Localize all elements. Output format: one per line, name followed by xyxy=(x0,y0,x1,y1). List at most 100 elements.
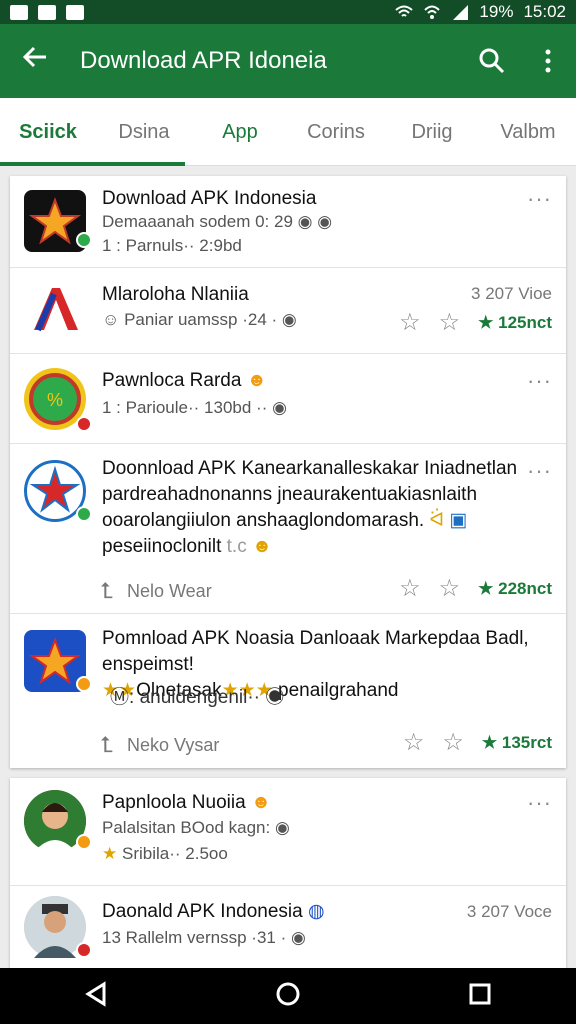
nav-back-button[interactable] xyxy=(84,980,108,1012)
item-title-text: Papnloola Nuoiia xyxy=(102,792,246,813)
signal-icon xyxy=(453,5,469,20)
more-vert-icon xyxy=(545,49,551,73)
item-views: 3 207 Vioe xyxy=(471,284,552,303)
item-subtitle: Palalsitan BOod kagn: ◉ xyxy=(102,818,290,838)
star-outline-icon[interactable]: ☆ xyxy=(399,308,421,337)
share-label: Nelo Wear xyxy=(126,580,212,601)
notification-badge xyxy=(76,942,92,958)
image-notification-icon xyxy=(10,4,28,20)
smiley-emoji-icon: ☻ xyxy=(250,792,271,813)
tab-indicator xyxy=(0,162,185,166)
flag-icon: ▣ xyxy=(449,510,468,531)
post-text-tail: peseiinoclonilt xyxy=(102,536,222,557)
rating-value: 135rct xyxy=(501,732,552,752)
verified-badge xyxy=(76,232,92,248)
star-icon: ★ xyxy=(102,844,118,863)
tab-corins[interactable]: Corins xyxy=(288,98,384,166)
status-bar: 19% 15:02 xyxy=(0,0,576,24)
mail-notification-icon xyxy=(66,4,84,20)
item-meta-text: 1 : Parioule·· 130bd ·· xyxy=(102,398,268,417)
tab-dsina[interactable]: Dsina xyxy=(96,98,192,166)
list-item[interactable]: Download APK Indonesia Demaaanah sodem 0… xyxy=(10,176,566,268)
list-item[interactable]: Daonald APK Indonesia ◍ 13 Rallelm verns… xyxy=(10,886,566,968)
cast-icon xyxy=(424,5,441,19)
star-outline-icon[interactable]: ☆ xyxy=(439,308,461,337)
item-views: 3 207 Voce xyxy=(466,902,552,921)
rating: ★ 135rct xyxy=(481,732,552,752)
arrow-back-icon xyxy=(22,46,46,68)
item-subtitle-text: Palalsitan BOod kagn: xyxy=(102,818,271,837)
rating-value: 125nct xyxy=(498,312,552,332)
verified-badge xyxy=(76,506,92,522)
back-button[interactable] xyxy=(0,44,70,78)
item-actions: ☆ ☆ ★ 228nct xyxy=(399,574,552,603)
star-logo-icon xyxy=(29,465,81,513)
item-actions: ☆ ☆ ★ 125nct xyxy=(399,308,552,337)
rating: ★ 125nct xyxy=(478,312,552,332)
overflow-menu-button[interactable] xyxy=(520,48,576,74)
list-item[interactable]: Pomnload APK Noasia Danloaak Markepdaa B… xyxy=(10,614,566,768)
tab-sciick[interactable]: Sciick xyxy=(0,98,96,166)
app-bar: Download APR Idoneia xyxy=(0,24,576,98)
person-icon: Ⓜ xyxy=(110,687,130,708)
list-item[interactable]: % Pawnloca Rarda ☻ 1 : Parioule·· 130bd … xyxy=(10,354,566,444)
more-options-button[interactable]: ··· xyxy=(527,790,552,816)
nav-home-button[interactable] xyxy=(275,981,301,1012)
item-meta: Ⓜ: anuldengenil·· ◉ xyxy=(110,687,285,708)
item-title: Download APK Indonesia xyxy=(102,188,317,209)
item-meta-text: Sribila·· 2.5oo xyxy=(121,844,228,863)
svg-text:%: % xyxy=(47,390,63,410)
item-title: Pawnloca Rarda ☻ xyxy=(102,370,267,392)
list-item[interactable]: Mlaroloha Nlaniia ☺ Paniar uamssp ·24 · … xyxy=(10,268,566,354)
share-button[interactable]: ⮤ Neko Vysar xyxy=(100,732,219,758)
notification-badge xyxy=(76,416,92,432)
search-button[interactable] xyxy=(464,47,520,75)
more-options-button[interactable]: ··· xyxy=(527,368,552,394)
item-actions: ☆ ☆ ★ 135rct xyxy=(403,728,552,757)
notification-badge xyxy=(76,834,92,850)
app-icon xyxy=(24,280,86,342)
a-logo-icon xyxy=(34,288,78,332)
reshare-icon: ⮤ xyxy=(100,578,113,603)
battery-percent: 19% xyxy=(479,2,514,21)
search-icon xyxy=(479,48,505,74)
more-options-button[interactable]: ··· xyxy=(527,186,552,212)
trailing-text: t.c xyxy=(226,536,247,557)
item-subtitle: 13 Rallelm vernssp ·31 · ◉ xyxy=(102,928,306,948)
person-icon: ☺ xyxy=(102,310,120,329)
tab-app[interactable]: App xyxy=(192,98,288,166)
list-item[interactable]: Papnloola Nuoiia ☻ Palalsitan BOod kagn:… xyxy=(10,778,566,886)
tab-valbm[interactable]: Valbm xyxy=(480,98,576,166)
page-title: Download APR Idoneia xyxy=(80,47,327,74)
flag-emoji-icon: ◍ xyxy=(308,901,325,922)
list-item[interactable]: Doonnload APK Kanearkanalleskakar Iniadn… xyxy=(10,444,566,614)
system-nav-bar xyxy=(0,968,576,1024)
rating: ★ 228nct xyxy=(478,578,552,598)
square-recents-icon xyxy=(469,983,491,1004)
globe-icon: ◉ xyxy=(281,310,297,329)
gmail-notification-icon xyxy=(38,4,56,20)
post-text-main: Pomnload APK Noasia Danloaak Markepdaa B… xyxy=(102,628,529,675)
more-options-button[interactable]: ··· xyxy=(527,458,552,484)
post-text-end: penailgrahand xyxy=(278,680,399,701)
reshare-icon: ⮤ xyxy=(100,732,113,757)
item-meta: ★ Sribila·· 2.5oo xyxy=(102,844,228,864)
star-outline-icon[interactable]: ☆ xyxy=(439,574,461,603)
globe-icon: ◉ xyxy=(274,818,290,837)
item-subtitle-text: Paniar uamssp ·24 · xyxy=(124,310,278,329)
share-button[interactable]: ⮤ Nelo Wear xyxy=(100,578,212,604)
globe-icon: ◉ xyxy=(265,687,285,708)
tab-driig[interactable]: Driig xyxy=(384,98,480,166)
emoji-icon: ᐛ xyxy=(429,510,445,531)
item-title-text: Pawnloca Rarda xyxy=(102,370,242,391)
star-outline-icon[interactable]: ☆ xyxy=(403,728,425,757)
item-meta: 1 : Parnuls·· 2:9bd xyxy=(102,236,242,255)
star-outline-icon[interactable]: ☆ xyxy=(399,574,421,603)
star-outline-icon[interactable]: ☆ xyxy=(442,728,464,757)
item-meta-text: anuldengenil·· xyxy=(139,687,260,708)
globe-icon: ◉ xyxy=(272,398,287,417)
notification-badge xyxy=(76,676,92,692)
item-subtitle: ☺ Paniar uamssp ·24 · ◉ xyxy=(102,310,297,330)
nav-recents-button[interactable] xyxy=(468,982,492,1011)
globe-icon: ◉ ◉ xyxy=(297,212,333,231)
